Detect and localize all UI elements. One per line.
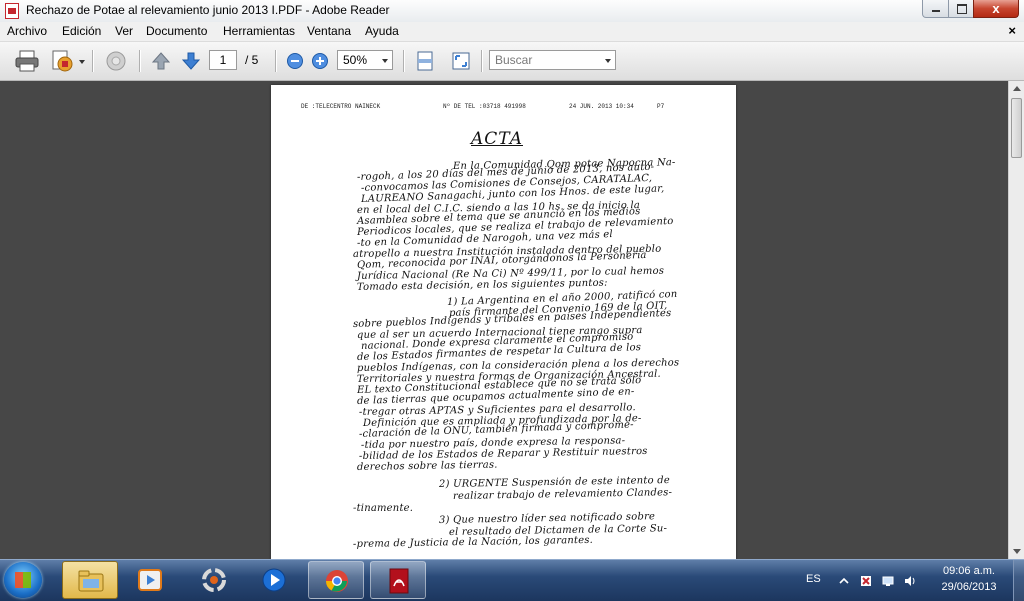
network-icon[interactable]: [882, 575, 894, 587]
page-count: / 5: [245, 53, 259, 67]
scroll-down-icon[interactable]: [1013, 549, 1021, 554]
taskbar-media-center[interactable]: [122, 561, 178, 599]
taskbar-sync[interactable]: [186, 561, 242, 599]
zoom-dropdown-icon[interactable]: [382, 59, 388, 63]
previous-page-icon[interactable]: [150, 50, 172, 72]
pdf-page: DE :TELECENTRO NAINECK Nº DE TEL :03718 …: [271, 85, 736, 559]
zoom-level-value: 50%: [343, 53, 368, 67]
page-number-input[interactable]: 1: [209, 50, 237, 70]
taskbar-adobe-reader[interactable]: [370, 561, 426, 599]
search-dropdown-icon[interactable]: [605, 59, 611, 63]
fax-page: P7: [657, 103, 665, 110]
clock-time: 09:06 a.m.: [943, 565, 995, 577]
handwritten-line: derechos sobre las tierras.: [356, 459, 498, 473]
close-button[interactable]: x: [973, 0, 1019, 18]
minimize-button[interactable]: [922, 0, 949, 18]
clock-date: 29/06/2013: [941, 581, 997, 593]
show-desktop-button[interactable]: [1013, 560, 1024, 601]
scroll-up-icon[interactable]: [1013, 86, 1021, 91]
maximize-button[interactable]: [948, 0, 974, 18]
taskbar: ES 09:06 a.m. 29/06/2013: [0, 559, 1024, 601]
zoom-level-select[interactable]: 50%: [337, 50, 393, 70]
document-title: ACTA: [471, 129, 523, 149]
taskbar-explorer[interactable]: [62, 561, 118, 599]
sync-icon: [202, 568, 226, 592]
search-placeholder: Buscar: [495, 53, 533, 67]
menu-documento[interactable]: Documento: [146, 24, 207, 38]
zoom-out-icon[interactable]: [286, 52, 304, 70]
play-icon: [262, 568, 286, 592]
fax-sender: DE :TELECENTRO NAINECK: [301, 103, 381, 110]
menu-bar: Archivo Edición Ver Documento Herramient…: [0, 22, 1024, 42]
handwritten-line: realizar trabajo de relevamiento Clandes…: [452, 487, 673, 502]
taskbar-chrome[interactable]: [308, 561, 364, 599]
create-dropdown-icon[interactable]: [79, 60, 85, 64]
menu-edicion[interactable]: Edición: [62, 24, 101, 38]
create-pdf-icon[interactable]: [50, 49, 76, 73]
media-icon: [138, 569, 162, 591]
next-page-icon[interactable]: [180, 50, 202, 72]
close-icon: x: [992, 1, 1000, 16]
title-bar: Rechazo de Potae al relevamiento junio 2…: [0, 0, 1024, 23]
language-indicator[interactable]: ES: [806, 573, 821, 585]
scroll-thumb[interactable]: [1011, 98, 1022, 158]
taskbar-media-player[interactable]: [246, 561, 302, 599]
fax-date: 24 JUN. 2013 10:34: [569, 103, 634, 110]
search-input[interactable]: Buscar: [489, 50, 616, 70]
collaborate-icon[interactable]: [103, 49, 129, 73]
fit-page-icon[interactable]: [450, 50, 472, 72]
show-hidden-icons-icon[interactable]: [838, 575, 850, 587]
handwritten-line: -prema de Justicia de la Nación, los gar…: [352, 534, 594, 550]
action-center-icon[interactable]: [860, 575, 872, 587]
vertical-scrollbar[interactable]: [1008, 81, 1024, 559]
volume-icon[interactable]: [904, 575, 916, 587]
menu-herramientas[interactable]: Herramientas: [223, 24, 295, 38]
folder-icon: [78, 570, 104, 592]
scrolling-mode-icon[interactable]: [414, 50, 436, 72]
fax-phone: Nº DE TEL :03718 491998: [443, 103, 526, 110]
document-viewport[interactable]: DE :TELECENTRO NAINECK Nº DE TEL :03718 …: [0, 81, 1008, 559]
window-title: Rechazo de Potae al relevamiento junio 2…: [26, 3, 390, 17]
handwritten-line: -tinamente.: [353, 503, 414, 514]
menu-ventana[interactable]: Ventana: [307, 24, 351, 38]
menu-archivo[interactable]: Archivo: [7, 24, 47, 38]
clock[interactable]: 09:06 a.m. 29/06/2013: [926, 563, 1012, 595]
adobe-reader-icon: [5, 3, 19, 19]
zoom-in-icon[interactable]: [311, 52, 329, 70]
menu-ayuda[interactable]: Ayuda: [365, 24, 399, 38]
pdf-icon: [389, 568, 409, 594]
document-close-icon[interactable]: ×: [1008, 23, 1016, 38]
print-icon[interactable]: [14, 49, 40, 73]
menu-ver[interactable]: Ver: [115, 24, 133, 38]
chrome-icon: [326, 570, 348, 592]
start-button[interactable]: [4, 562, 42, 598]
